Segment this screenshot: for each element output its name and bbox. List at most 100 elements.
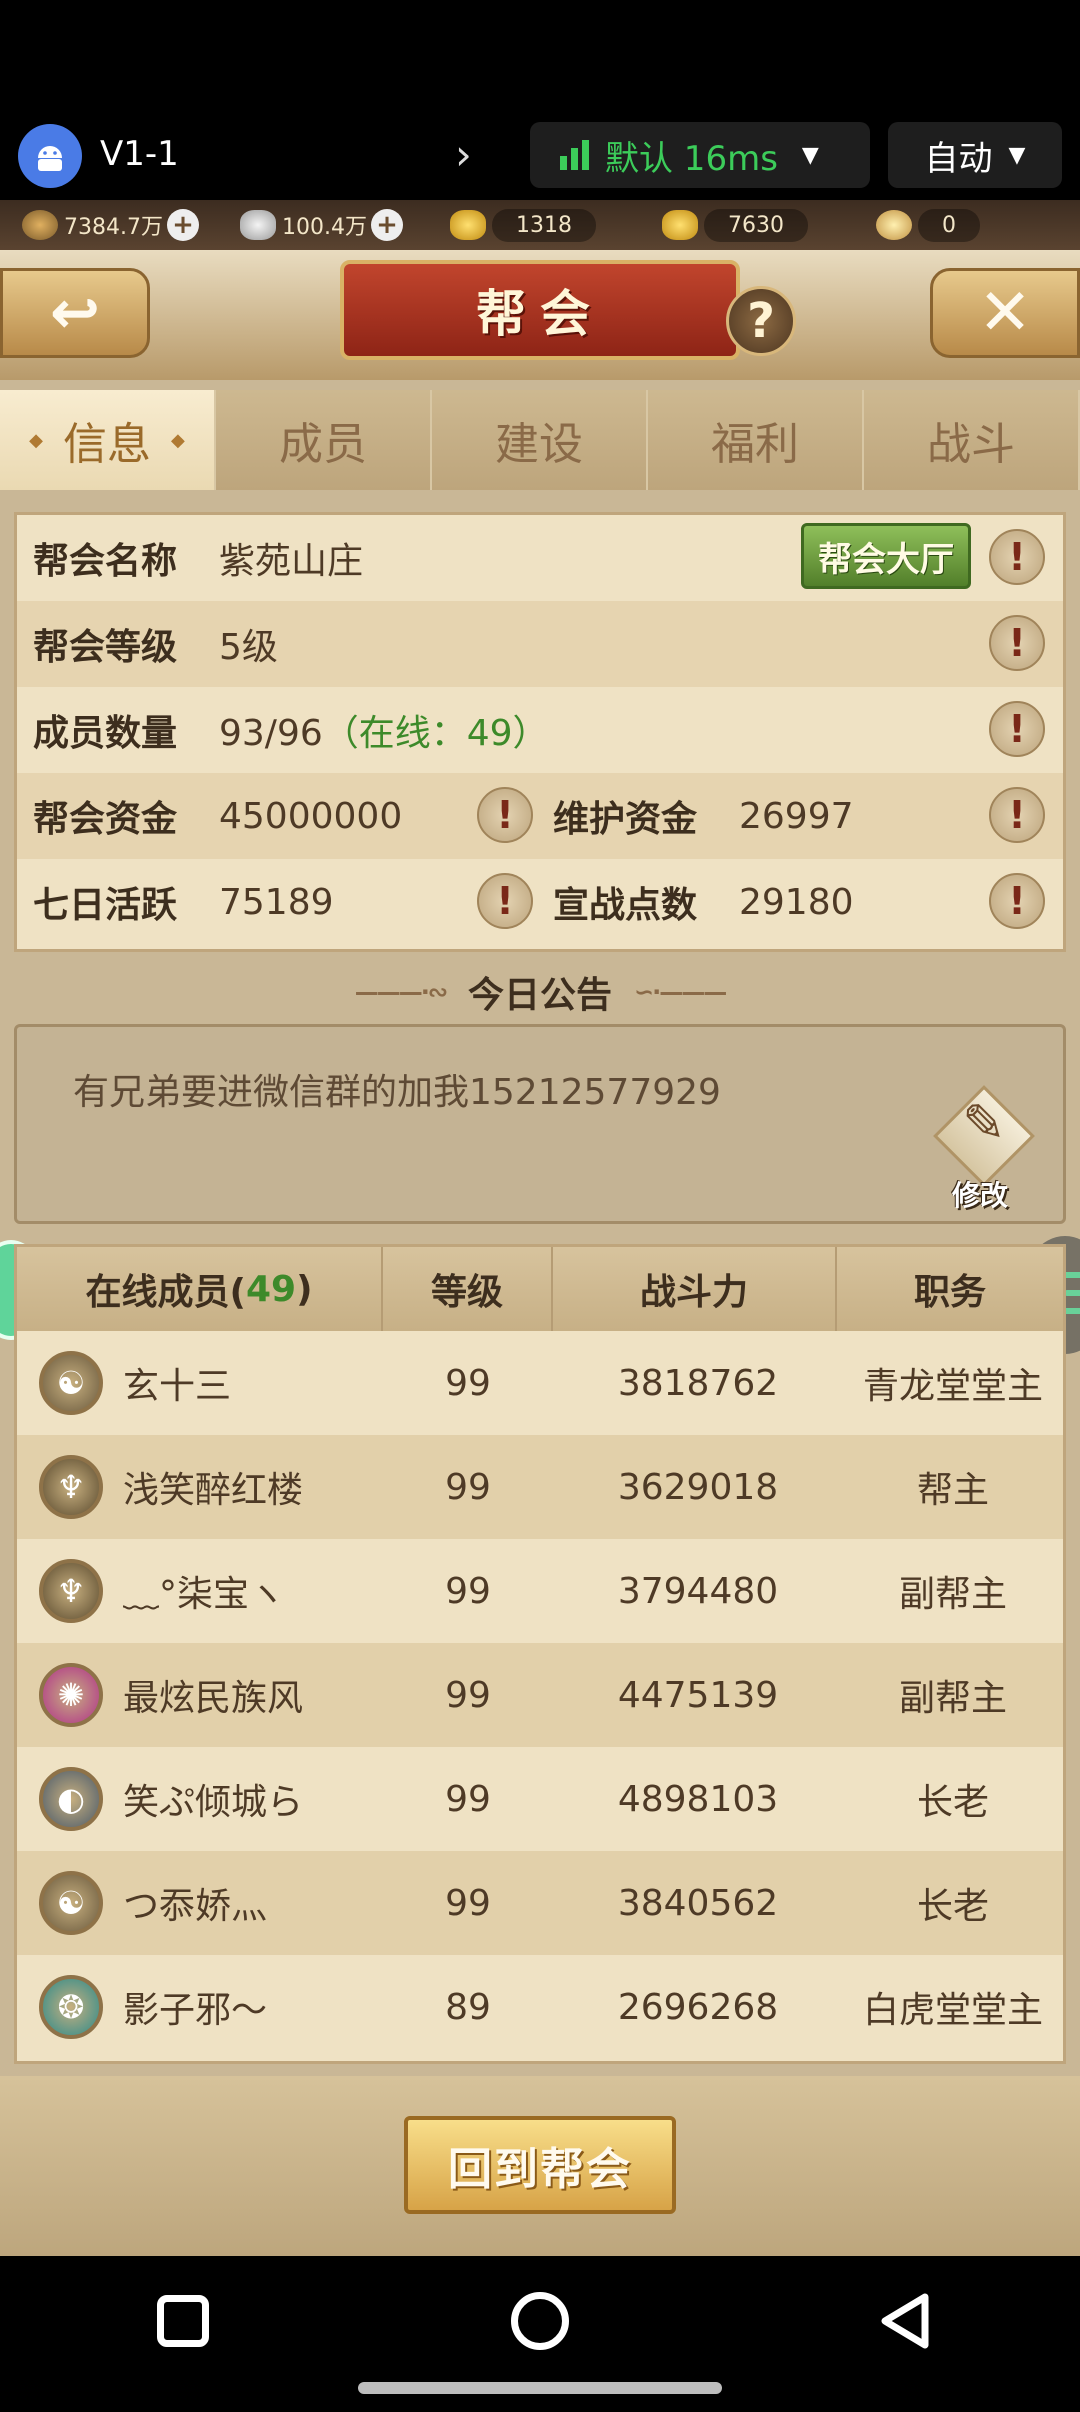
close-button[interactable]: ✕ [930,268,1080,358]
chevron-right-icon[interactable]: › [455,130,472,179]
resource-value: 0 [918,208,980,242]
notice-heading: ———·∾ 今日公告 ∽·——— [0,962,1080,1022]
edit-notice-button[interactable]: ✎ 修改 [930,1085,1040,1212]
info-exclamation-icon[interactable]: ! [989,529,1045,585]
maintenance-funds-value: 26997 [739,795,854,837]
guild-funds-label: 帮会资金 [33,799,178,840]
info-exclamation-icon[interactable]: ! [989,787,1045,843]
resource-token: 0 [876,204,980,246]
member-avatar: ♆ [39,1455,103,1519]
caret-down-icon: ▼ [1008,142,1026,168]
table-row[interactable]: ♆ 浅笑醉红楼 99 3629018 帮主 [17,1435,1063,1539]
tab-battle[interactable]: 战斗 [864,390,1080,490]
game-viewport: 7384.7万 + 100.4万 + 1318 7630 0 ↩ 帮会 ? ✕ … [0,200,1080,2256]
member-count-number: 93/96 [219,713,323,754]
android-app-icon[interactable] [18,124,82,188]
member-role: 副帮主 [898,1574,1007,1615]
resource-value: 100.4万 [282,215,367,240]
tab-welfare[interactable]: 福利 [648,390,864,490]
resource-silver: 100.4万 + [240,204,403,246]
table-row[interactable]: ♆ ﹏°柒宝ヽ 99 3794480 副帮主 [17,1539,1063,1643]
member-name: 浅笑醉红楼 [123,1470,304,1511]
resource-locked-gold: 7630 [662,204,808,246]
member-power: 3794480 [617,1570,779,1612]
member-role: 青龙堂堂主 [862,1366,1043,1407]
resource-value: 7630 [704,208,808,242]
info-row-guild-level: 帮会等级 5级 ! [17,601,1063,687]
silver-ingot-icon [240,210,276,240]
maintenance-funds-label: 维护资金 [553,799,698,840]
add-copper-button[interactable]: + [166,209,199,241]
quality-mode-dropdown[interactable]: 自动 ▼ [888,122,1062,188]
guild-funds-value: 45000000 [219,795,403,837]
right-ornament: ∽·——— [634,978,727,1006]
info-row-funds: 帮会资金 45000000 ! 维护资金 26997 ! [17,773,1063,859]
return-to-guild-button[interactable]: 回到帮会 [404,2116,676,2214]
tab-construction[interactable]: 建设 [432,390,648,490]
member-level: 99 [445,1674,491,1716]
header-level[interactable]: 等级 [383,1247,553,1331]
signal-bars-icon [560,140,589,170]
info-exclamation-icon[interactable]: ! [477,787,533,843]
home-button[interactable] [505,2286,575,2356]
info-exclamation-icon[interactable]: ! [477,873,533,929]
member-name: ﹏°柒宝ヽ [123,1574,286,1615]
tab-members[interactable]: 成员 [216,390,432,490]
info-exclamation-icon[interactable]: ! [989,615,1045,671]
device-name: V1-1 [100,134,179,174]
back-nav-button[interactable] [870,2286,940,2356]
table-row[interactable]: ☯ つ忝娇灬 99 3840562 长老 [17,1851,1063,1955]
header-role[interactable]: 职务 [837,1247,1063,1331]
recent-apps-button[interactable] [148,2286,218,2356]
notice-box: 有兄弟要进微信群的加我15212577929 [14,1024,1066,1224]
member-role: 白虎堂堂主 [862,1990,1043,2031]
member-power: 4475139 [617,1674,779,1716]
member-level: 99 [445,1466,491,1508]
member-level: 99 [445,1362,491,1404]
member-role: 帮主 [916,1470,989,1511]
member-role: 长老 [916,1886,989,1927]
header-online-members[interactable]: 在线成员(49) [17,1247,383,1331]
info-exclamation-icon[interactable]: ! [989,701,1045,757]
member-power: 4898103 [617,1778,779,1820]
member-level: 99 [445,1570,491,1612]
header-power[interactable]: 战斗力 [553,1247,837,1331]
member-name: 最炫民族风 [123,1678,304,1719]
member-level: 99 [445,1778,491,1820]
guild-hall-button[interactable]: 帮会大厅 [801,523,971,589]
gold-ingot-icon [450,210,486,240]
home-indicator[interactable] [358,2382,722,2394]
header-online-count: 49 [245,1268,297,1310]
member-avatar: ❂ [39,1975,103,2039]
table-row[interactable]: ✺ 最炫民族风 99 4475139 副帮主 [17,1643,1063,1747]
help-button[interactable]: ? [726,286,796,356]
info-exclamation-icon[interactable]: ! [989,873,1045,929]
resource-value: 1318 [492,208,596,242]
online-members-table: 在线成员(49) 等级 战斗力 职务 ☯ 玄十三 99 3818762 青龙堂堂主 ♆ 浅笑… [14,1244,1066,2064]
copper-coin-icon [22,210,58,240]
guild-name-value: 紫苑山庄 [219,541,364,582]
brush-icon: ✎ [962,1094,1006,1154]
add-silver-button[interactable]: + [370,209,403,241]
member-avatar: ♆ [39,1559,103,1623]
member-power: 3840562 [617,1882,779,1924]
quality-mode-label: 自动 [924,138,993,179]
notice-text: 有兄弟要进微信群的加我15212577929 [73,1072,721,1113]
guild-level-label: 帮会等级 [33,627,178,668]
network-latency-dropdown[interactable]: 默认 16ms ▼ [530,122,870,188]
token-coin-icon [876,210,912,240]
resource-gold: 1318 [450,204,596,246]
tab-info[interactable]: 信息 [0,390,216,490]
table-row[interactable]: ❂ 影子邪～ 89 2696268 白虎堂堂主 [17,1955,1063,2059]
info-row-guild-name: 帮会名称 紫苑山庄 帮会大厅 ! [17,515,1063,601]
page-title: 帮会 [340,260,740,360]
member-role: 副帮主 [898,1678,1007,1719]
table-row[interactable]: ◐ 笑ぷ倾城ら 99 4898103 长老 [17,1747,1063,1851]
member-level: 89 [445,1986,491,2028]
back-button[interactable]: ↩ [0,268,150,358]
resource-bar: 7384.7万 + 100.4万 + 1318 7630 0 [0,200,1080,250]
caret-down-icon: ▼ [801,142,819,168]
table-row[interactable]: ☯ 玄十三 99 3818762 青龙堂堂主 [17,1331,1063,1435]
locked-gold-ingot-icon [662,210,698,240]
resource-copper: 7384.7万 + [22,204,199,246]
